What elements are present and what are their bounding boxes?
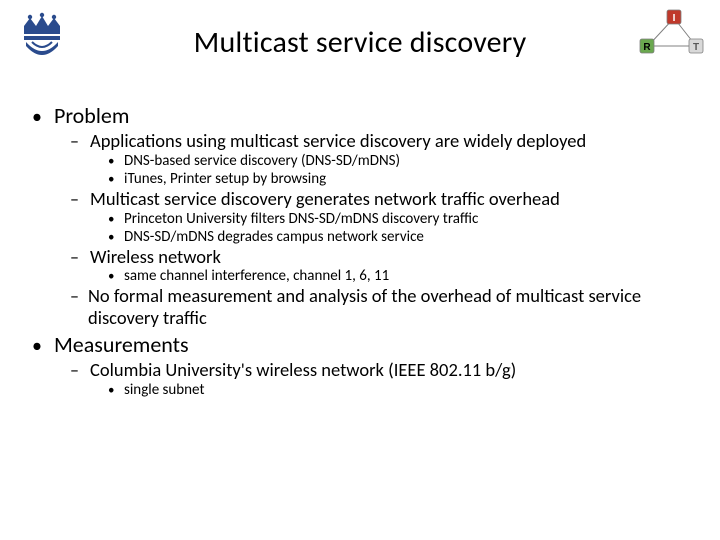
l3-item: Princeton University filters DNS-SD/mDNS… <box>124 210 478 228</box>
l1-item: Problem <box>54 102 129 129</box>
l2-item: Multicast service discovery generates ne… <box>90 188 560 210</box>
l2-item: Wireless network <box>90 246 221 268</box>
l3-item: single subnet <box>124 381 204 399</box>
bullet-l1: • <box>32 107 54 127</box>
l1-item: Measurements <box>54 331 189 358</box>
bullet-l3: • <box>108 269 124 285</box>
node-r-label: R <box>643 42 651 53</box>
bullet-l3: • <box>108 383 124 399</box>
bullet-l2: – <box>70 287 88 307</box>
l3-item: DNS-based service discovery (DNS-SD/mDNS… <box>124 152 400 170</box>
columbia-crown-logo <box>18 12 66 64</box>
bullet-l3: • <box>108 212 124 228</box>
bullet-l3: • <box>108 230 124 246</box>
node-i-label: I <box>673 13 676 24</box>
l2-item: No formal measurement and analysis of th… <box>88 285 696 329</box>
slide-title: Multicast service discovery <box>120 24 600 61</box>
l3-item: DNS-SD/mDNS degrades campus network serv… <box>124 228 424 246</box>
l3-item: same channel interference, channel 1, 6,… <box>124 267 389 285</box>
l3-item: iTunes, Printer setup by browsing <box>124 170 326 188</box>
bullet-l3: • <box>108 172 124 188</box>
bullet-l1: • <box>32 336 54 356</box>
l2-item: Applications using multicast service dis… <box>90 130 586 152</box>
bullet-l3: • <box>108 154 124 170</box>
l2-item: Columbia University's wireless network (… <box>90 359 516 381</box>
bullet-l2: – <box>70 190 90 210</box>
bullet-l2: – <box>70 132 90 152</box>
bullet-l2: – <box>70 361 90 381</box>
irt-graph-logo: I R T <box>634 6 708 62</box>
node-t-label: T <box>693 42 699 53</box>
bullet-l2: – <box>70 248 90 268</box>
slide-body: • Problem – Applications using multicast… <box>32 102 696 401</box>
